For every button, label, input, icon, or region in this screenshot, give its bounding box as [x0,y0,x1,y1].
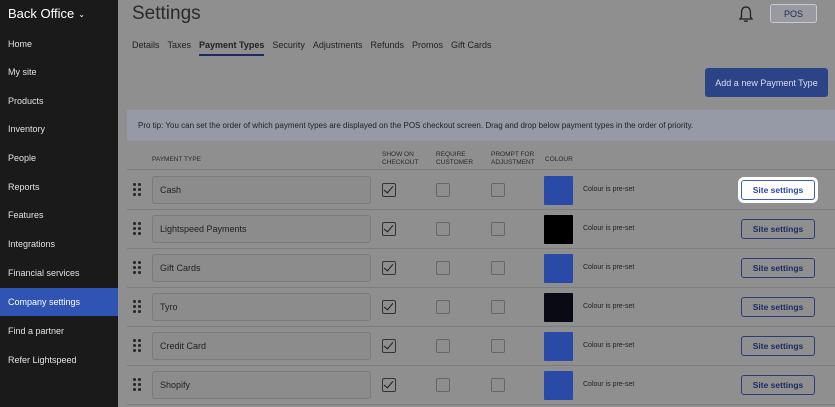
tab-promos[interactable]: Promos [412,40,443,56]
prompt-adjustment-checkbox[interactable] [491,183,505,197]
sidebar-item-home[interactable]: Home [0,30,118,58]
table-row: Shopify Colour is pre-set Site settings [127,366,835,405]
header-show-on-checkout: SHOW ON CHECKOUT [382,151,419,166]
colour-swatch [544,371,573,400]
pos-button[interactable]: POS [770,4,817,23]
show-on-checkout-checkbox[interactable] [382,183,396,197]
page-title: Settings [132,3,201,24]
table-header: PAYMENT TYPE SHOW ON CHECKOUT REQUIRE CU… [127,148,835,170]
prompt-adjustment-checkbox[interactable] [491,261,505,275]
tab-taxes[interactable]: Taxes [168,40,192,56]
header-colour: COLOUR [545,156,573,163]
table-row: Cash Colour is pre-set Site settings [127,171,835,210]
tab-payment-types[interactable]: Payment Types [199,40,265,56]
show-on-checkout-checkbox[interactable] [382,261,396,275]
show-on-checkout-checkbox[interactable] [382,300,396,314]
payment-type-name-field[interactable]: Cash [152,176,371,204]
chevron-down-icon: ⌄ [78,10,85,19]
colour-note: Colour is pre-set [583,225,635,232]
require-customer-checkbox[interactable] [436,378,450,392]
colour-swatch [544,254,573,283]
colour-note: Colour is pre-set [583,381,635,388]
require-customer-checkbox[interactable] [436,183,450,197]
header-prompt-adjustment: PROMPT FOR ADJUSTMENT [491,151,535,166]
add-payment-type-button[interactable]: Add a new Payment Type [705,68,828,97]
sidebar-item-integrations[interactable]: Integrations [0,230,118,258]
header-payment-type: PAYMENT TYPE [152,156,202,163]
site-settings-button[interactable]: Site settings [741,375,815,395]
bell-icon[interactable] [738,5,754,23]
tab-refunds[interactable]: Refunds [370,40,404,56]
settings-tabs: Details Taxes Payment Types Security Adjustm… [132,40,500,56]
table-row: Credit Card Colour is pre-set Site setting… [127,327,835,366]
sidebar-item-my-site[interactable]: My site [0,58,118,86]
colour-note: Colour is pre-set [583,303,635,310]
payment-type-name-field[interactable]: Credit Card [152,332,371,360]
sidebar-item-reports[interactable]: Reports [0,173,118,201]
drag-handle-icon[interactable] [133,222,141,236]
tab-adjustments[interactable]: Adjustments [313,40,363,56]
sidebar-item-people[interactable]: People [0,144,118,172]
brand-label: Back Office [8,6,75,21]
tab-details[interactable]: Details [132,40,160,56]
sidebar-item-features[interactable]: Features [0,201,118,229]
colour-swatch [544,293,573,322]
prompt-adjustment-checkbox[interactable] [491,378,505,392]
require-customer-checkbox[interactable] [436,339,450,353]
require-customer-checkbox[interactable] [436,300,450,314]
show-on-checkout-checkbox[interactable] [382,339,396,353]
drag-handle-icon[interactable] [133,300,141,314]
drag-handle-icon[interactable] [133,378,141,392]
require-customer-checkbox[interactable] [436,222,450,236]
payment-type-name-field[interactable]: Tyro [152,293,371,321]
tab-gift-cards[interactable]: Gift Cards [451,40,492,56]
site-settings-button[interactable]: Site settings [741,180,815,200]
drag-handle-icon[interactable] [133,339,141,353]
colour-note: Colour is pre-set [583,342,635,349]
site-settings-button[interactable]: Site settings [741,258,815,278]
payment-type-name-field[interactable]: Gift Cards [152,254,371,282]
sidebar-item-financial-services[interactable]: Financial services [0,259,118,287]
tab-security[interactable]: Security [272,40,305,56]
sidebar-item-products[interactable]: Products [0,87,118,115]
pro-tip: Pro tip: You can set the order of which … [127,110,835,141]
sidebar: Back Office ⌄ Home My site Products Invento… [0,0,118,407]
colour-swatch [544,215,573,244]
prompt-adjustment-checkbox[interactable] [491,222,505,236]
drag-handle-icon[interactable] [133,183,141,197]
sidebar-item-company-settings[interactable]: Company settings [0,288,118,316]
show-on-checkout-checkbox[interactable] [382,222,396,236]
sidebar-item-inventory[interactable]: Inventory [0,115,118,143]
colour-note: Colour is pre-set [583,186,635,193]
payment-type-name-field[interactable]: Lightspeed Payments [152,215,371,243]
prompt-adjustment-checkbox[interactable] [491,300,505,314]
colour-swatch [544,176,573,205]
drag-handle-icon[interactable] [133,261,141,275]
payment-type-name-field[interactable]: Shopify [152,371,371,399]
colour-swatch [544,332,573,361]
prompt-adjustment-checkbox[interactable] [491,339,505,353]
table-row: Gift Cards Colour is pre-set Site settings [127,249,835,288]
site-settings-button[interactable]: Site settings [741,336,815,356]
site-settings-button[interactable]: Site settings [741,297,815,317]
sidebar-item-find-a-partner[interactable]: Find a partner [0,317,118,345]
sidebar-item-refer-lightspeed[interactable]: Refer Lightspeed [0,346,118,374]
table-row: Lightspeed Payments Colour is pre-set Site… [127,210,835,249]
brand-menu[interactable]: Back Office ⌄ [8,6,85,21]
require-customer-checkbox[interactable] [436,261,450,275]
colour-note: Colour is pre-set [583,264,635,271]
main-content: Settings POS Details Taxes Payment Types Se… [118,0,835,407]
header-require-customer: REQUIRE CUSTOMER [436,151,474,166]
show-on-checkout-checkbox[interactable] [382,378,396,392]
table-row: Tyro Colour is pre-set Site settings [127,288,835,327]
site-settings-button[interactable]: Site settings [741,219,815,239]
